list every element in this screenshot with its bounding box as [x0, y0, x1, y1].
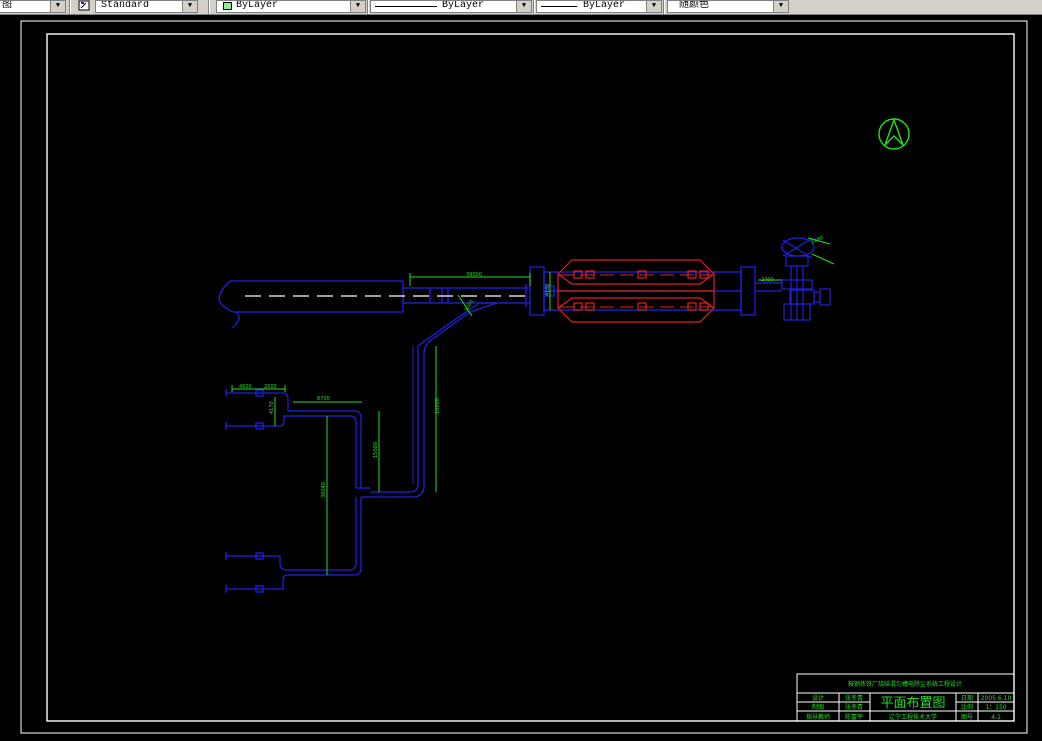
dim-label-3: 4100 — [545, 283, 551, 296]
drafter-label: 制图 — [812, 703, 824, 711]
precipitator-chambers — [557, 259, 715, 323]
dim-label-6: 4600 — [239, 384, 252, 390]
text-style-icon-glyph — [78, 0, 90, 11]
dim-label-11: 15000 — [373, 442, 379, 458]
sheet-label: 图号 — [961, 714, 973, 721]
date-label: 日期 — [961, 694, 973, 702]
paper-outer-border — [20, 20, 1028, 734]
properties-toolbar: 图 ▼ Standard ▼ ByLayer ▼ ByLayer ▼ ByLay… — [0, 0, 1042, 15]
toolbar-separator — [663, 0, 665, 14]
dim-label-10: 30040 — [321, 482, 327, 498]
suction-network — [225, 389, 370, 593]
north-arrow-icon — [878, 117, 910, 150]
text-style-icon[interactable] — [77, 0, 91, 12]
toolbar-separator — [69, 0, 71, 14]
dim-label-5: 10000 — [435, 398, 441, 414]
dim-label-8: 4170 — [269, 401, 275, 414]
dim-label-7: 2000 — [264, 384, 277, 390]
linetype-value: ByLayer — [442, 0, 485, 11]
school-name: 辽宁工程技术大学 — [889, 713, 937, 721]
dim-label-9: 8700 — [317, 396, 330, 402]
designer-name: 张冬青 — [845, 694, 863, 702]
toolbar-separator — [208, 0, 210, 14]
lineweight-preview-icon — [541, 6, 577, 7]
dim-label-1: 39000 — [466, 272, 482, 278]
scale-label: 比例 — [961, 703, 973, 711]
layer-dropdown-text: 图 — [2, 0, 12, 11]
lineweight-dropdown[interactable]: ByLayer ▼ — [536, 0, 662, 13]
title-block-text: 鞍钢炼铁厂烧结混匀槽电除尘系统工程设计 设计 张冬青 制图 张冬青 指导教师 陈… — [806, 680, 1011, 721]
color-dropdown[interactable]: ByLayer ▼ — [216, 0, 366, 13]
drawing-frame — [46, 33, 1015, 722]
date-value: 2005.6.10 — [981, 695, 1012, 702]
linetype-preview-icon — [375, 6, 437, 7]
advisor-name: 陈富平 — [845, 713, 863, 721]
chevron-down-icon[interactable]: ▼ — [350, 1, 365, 12]
color-swatch-icon — [223, 2, 232, 10]
designer-label: 设计 — [812, 694, 824, 702]
lineweight-value: ByLayer — [583, 0, 626, 11]
toolbar-separator — [367, 0, 369, 14]
text-style-value: Standard — [101, 0, 150, 11]
linetype-dropdown[interactable]: ByLayer ▼ — [370, 0, 532, 13]
main-duct — [218, 280, 530, 329]
sheet-value: 4-1 — [991, 714, 1001, 721]
chevron-down-icon[interactable]: ▼ — [182, 1, 197, 12]
plot-style-dropdown[interactable]: 随颜色 ▼ — [667, 0, 789, 13]
dim-label-12: 1690 — [810, 235, 824, 246]
fan-dimension-lines — [758, 237, 835, 281]
color-value: ByLayer — [236, 0, 279, 11]
chevron-down-icon[interactable]: ▼ — [773, 1, 788, 12]
scale-value: 1：150 — [985, 704, 1006, 711]
dim-label-2: 2400 — [761, 277, 774, 283]
layer-dropdown[interactable]: 图 ▼ — [0, 0, 66, 13]
toolbar-separator — [533, 0, 535, 14]
chevron-down-icon[interactable]: ▼ — [646, 1, 661, 12]
chevron-down-icon[interactable]: ▼ — [50, 1, 65, 12]
drafter-name: 张冬青 — [845, 703, 863, 711]
dimension-lines — [231, 272, 551, 575]
plot-style-value: 随颜色 — [679, 0, 709, 11]
text-style-dropdown[interactable]: Standard ▼ — [95, 0, 198, 13]
project-name: 鞍钢炼铁厂烧结混匀槽电除尘系统工程设计 — [848, 680, 962, 688]
drawing-title: 平面布置图 — [880, 696, 945, 711]
cad-drawing: 39000 2400 4100 3000 10000 4600 2000 417… — [20, 20, 1028, 734]
drawing-canvas[interactable]: 39000 2400 4100 3000 10000 4600 2000 417… — [0, 15, 1042, 737]
chevron-down-icon[interactable]: ▼ — [516, 1, 531, 12]
advisor-label: 指导教师 — [806, 713, 830, 721]
